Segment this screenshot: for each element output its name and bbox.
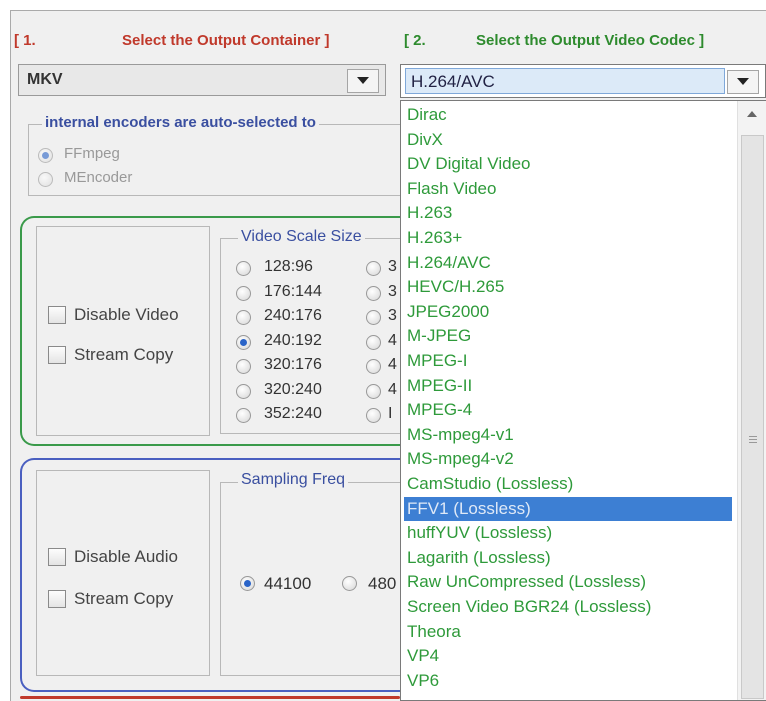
scale-size-label: 352:240	[264, 405, 322, 422]
disable-audio-label: Disable Audio	[74, 547, 178, 566]
freq-44100-label: 44100	[264, 574, 312, 593]
codec-list-item[interactable]: M-JPEG	[404, 324, 732, 348]
codec-list-item[interactable]: MPEG-4	[404, 398, 732, 422]
ffmpeg-label: FFmpeg	[64, 145, 120, 162]
scale-size-label: 320:240	[264, 380, 322, 398]
scale-size-label-col2: 3	[388, 307, 397, 324]
codec-list-item[interactable]: VP6	[404, 669, 732, 693]
scale-size-radio[interactable]	[236, 408, 251, 423]
scale-size-radio[interactable]	[236, 383, 251, 399]
codec-selected-field: H.264/AVC	[405, 68, 725, 94]
next-group-border	[20, 696, 400, 699]
audio-options-box	[36, 470, 210, 676]
scroll-up-icon[interactable]	[747, 111, 757, 117]
scale-size-radio[interactable]	[236, 334, 251, 350]
scale-size-radio-col2[interactable]	[366, 310, 381, 325]
ffmpeg-radio[interactable]	[38, 148, 53, 163]
encoder-group-title: internal encoders are auto-selected to	[42, 114, 319, 131]
scale-size-label: 128:96	[264, 258, 313, 275]
video-stream-copy-label: Stream Copy	[74, 345, 174, 364]
scale-size-radio-col2[interactable]	[366, 334, 381, 350]
codec-list-item[interactable]: DV Digital Video	[404, 152, 732, 176]
scale-size-label-col2: 4	[388, 356, 397, 373]
output-container-value: MKV	[27, 71, 63, 88]
scale-size-radio[interactable]	[236, 285, 251, 301]
codec-list-item[interactable]: MPEG-I	[404, 349, 732, 373]
scale-size-label-col2: 4	[388, 380, 397, 398]
step2-number: [ 2.	[404, 32, 426, 49]
chevron-down-icon[interactable]	[347, 69, 379, 93]
freq-44100-radio[interactable]	[240, 576, 255, 591]
video-scale-size-title: Video Scale Size	[238, 228, 365, 246]
codec-dropdown-list[interactable]: Dirac DivX DV Digital Video Flash Video H.26…	[400, 100, 766, 701]
step1-number: [ 1.	[14, 32, 36, 49]
codec-list-item[interactable]: MS-mpeg4-v1	[404, 423, 732, 447]
scale-size-radio[interactable]	[236, 310, 251, 325]
grip-line-3	[749, 442, 757, 443]
codec-list-item[interactable]: Screen Video BGR24 (Lossless)	[404, 595, 732, 619]
freq-480-radio[interactable]	[342, 576, 357, 591]
scale-size-radio[interactable]	[236, 261, 251, 276]
codec-list-scrollbar[interactable]	[737, 101, 766, 700]
scale-size-label: 176:144	[264, 282, 322, 300]
scale-size-radio-col2[interactable]	[366, 359, 381, 374]
audio-stream-copy-label: Stream Copy	[74, 589, 174, 608]
codec-list-item[interactable]: VP4	[404, 644, 732, 668]
audio-stream-copy-checkbox[interactable]	[48, 590, 66, 608]
video-stream-copy-checkbox[interactable]	[48, 346, 66, 364]
disable-video-label: Disable Video	[74, 305, 179, 324]
video-options-box	[36, 226, 210, 436]
grip-line-1	[749, 436, 757, 437]
codec-list-item[interactable]: Theora	[404, 620, 732, 644]
scroll-thumb[interactable]	[741, 135, 764, 699]
codec-list-item[interactable]: H.263	[404, 201, 732, 225]
grip-line-2	[749, 439, 757, 440]
codec-list-item[interactable]: HEVC/H.265	[404, 275, 732, 299]
sampling-freq-title: Sampling Freq	[238, 471, 349, 489]
output-video-codec-value: H.264/AVC	[411, 72, 495, 91]
mencoder-radio[interactable]	[38, 172, 53, 187]
codec-list-item[interactable]: JPEG2000	[404, 300, 732, 324]
freq-480-label: 480	[368, 574, 397, 593]
chevron-down-icon[interactable]	[727, 70, 759, 94]
step1-title: Select the Output Container ]	[122, 32, 330, 49]
scale-size-label: 240:176	[264, 307, 322, 324]
codec-list-item[interactable]: Flash Video	[404, 177, 732, 201]
scale-size-radio-col2[interactable]	[366, 285, 381, 301]
mencoder-label: MEncoder	[64, 169, 133, 186]
codec-list-item[interactable]: MS-mpeg4-v2	[404, 447, 732, 471]
disable-audio-checkbox[interactable]	[48, 548, 66, 566]
scale-size-label-col2: 3	[388, 282, 397, 300]
codec-list-item[interactable]: huffYUV (Lossless)	[404, 521, 732, 545]
codec-list-item[interactable]: MPEG-II	[404, 374, 732, 398]
codec-list-item[interactable]: Raw UnCompressed (Lossless)	[404, 570, 732, 594]
codec-list-item[interactable]: CamStudio (Lossless)	[404, 472, 732, 496]
codec-list-item[interactable]: DivX	[404, 128, 732, 152]
codec-list-item[interactable]: Lagarith (Lossless)	[404, 546, 732, 570]
scale-size-radio-col2[interactable]	[366, 408, 381, 423]
scale-size-radio[interactable]	[236, 359, 251, 374]
codec-list-item[interactable]: Dirac	[404, 103, 732, 127]
disable-video-checkbox[interactable]	[48, 306, 66, 324]
scale-size-label-col2: I	[388, 405, 393, 422]
codec-list-item[interactable]: H.264/AVC	[404, 251, 732, 275]
output-container-select[interactable]: MKV	[18, 64, 386, 96]
scale-size-label: 240:192	[264, 331, 322, 349]
codec-list-item[interactable]: H.263+	[404, 226, 732, 250]
scale-size-radio-col2[interactable]	[366, 383, 381, 399]
scale-size-label-col2: 4	[388, 331, 397, 349]
codec-list-item[interactable]: FFV1 (Lossless)	[404, 496, 732, 521]
scale-size-radio-col2[interactable]	[366, 261, 381, 276]
output-video-codec-select[interactable]: H.264/AVC	[400, 64, 766, 98]
scale-size-label: 320:176	[264, 356, 322, 373]
scale-size-label-col2: 3	[388, 258, 397, 275]
step2-title: Select the Output Video Codec ]	[476, 32, 705, 49]
